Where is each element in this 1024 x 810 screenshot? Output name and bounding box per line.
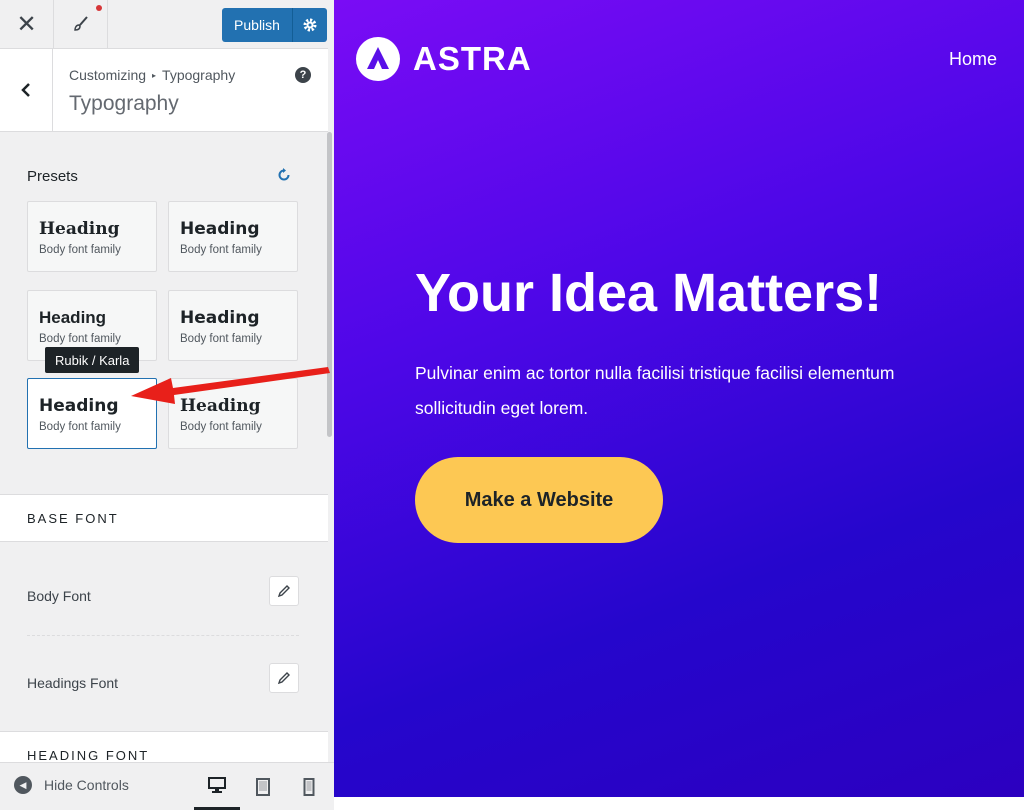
mobile-icon: [303, 778, 315, 796]
presets-label: Presets: [27, 168, 78, 185]
base-font-group-header: BASE FONT: [0, 494, 328, 542]
device-desktop-button[interactable]: [194, 763, 240, 810]
breadcrumb-parent: Customizing: [69, 67, 147, 83]
tablet-icon: [256, 778, 270, 796]
preset-heading: Heading: [39, 396, 119, 416]
help-icon[interactable]: ?: [295, 67, 311, 83]
base-font-group-label: BASE FONT: [27, 511, 119, 526]
customizer-topbar: ✕ Publish: [0, 0, 328, 49]
preset-heading: Heading: [39, 219, 120, 239]
site-preview: ASTRA Home Your Idea Matters! Pulvinar e…: [334, 0, 1024, 797]
gear-icon: [303, 18, 317, 32]
customizer-sidebar: ✕ Publish Customizing ▸ Typography Typog…: [0, 0, 334, 810]
body-font-control: Body Font: [27, 576, 299, 616]
pencil-icon: [277, 585, 290, 598]
site-logo[interactable]: ASTRA: [356, 37, 532, 81]
preset-heading: Heading: [39, 308, 107, 327]
headings-font-label: Headings Font: [27, 675, 119, 691]
hide-controls-button[interactable]: ◀ Hide Controls: [14, 776, 129, 794]
annotation-arrow: [131, 367, 330, 404]
preset-body: Body font family: [180, 421, 262, 433]
close-button[interactable]: ✕: [0, 0, 54, 48]
hero-title: Your Idea Matters!: [415, 263, 883, 323]
hide-controls-label: Hide Controls: [44, 777, 129, 793]
heading-font-group-label: HEADING FONT: [27, 748, 150, 763]
publish-button[interactable]: Publish: [222, 8, 293, 42]
paintbrush-icon: [73, 16, 88, 31]
breadcrumb-separator-icon: ▸: [152, 71, 157, 80]
nav-home-link[interactable]: Home: [949, 49, 997, 70]
section-header: Customizing ▸ Typography Typography: [0, 49, 328, 132]
publish-group: Publish: [222, 8, 327, 42]
close-icon: ✕: [16, 10, 37, 38]
breadcrumb-current: Typography: [162, 67, 236, 83]
preset-body: Body font family: [180, 333, 262, 345]
preset-heading: Heading: [180, 219, 260, 239]
preset-card[interactable]: Heading Body font family: [27, 201, 157, 272]
back-button[interactable]: [0, 49, 53, 131]
make-website-button[interactable]: Make a Website: [415, 457, 663, 543]
preset-heading: Heading: [180, 308, 260, 328]
preset-body: Body font family: [39, 421, 121, 433]
chevron-left-icon: [21, 83, 30, 97]
breadcrumb: Customizing ▸ Typography: [69, 67, 235, 83]
collapse-arrow-icon: ◀: [14, 776, 32, 794]
preset-body: Body font family: [39, 333, 121, 345]
desktop-icon: [208, 777, 226, 793]
preset-card[interactable]: Heading Body font family: [168, 201, 298, 272]
body-font-edit-button[interactable]: [269, 576, 299, 606]
headings-font-control: Headings Font: [27, 663, 299, 703]
site-logo-text: ASTRA: [413, 40, 532, 77]
reset-icon[interactable]: [276, 167, 292, 183]
customizer-footer: ◀ Hide Controls: [0, 762, 334, 810]
preview-bottom-edge: [334, 797, 1024, 810]
device-mobile-button[interactable]: [286, 763, 332, 810]
preset-body: Body font family: [39, 244, 121, 256]
preset-body: Body font family: [180, 244, 262, 256]
body-font-label: Body Font: [27, 588, 91, 604]
control-divider: [27, 635, 299, 636]
section-title: Typography: [69, 92, 179, 115]
preset-card[interactable]: Heading Body font family: [168, 290, 298, 361]
astra-logo-icon: [356, 37, 400, 81]
notification-dot: [96, 5, 102, 11]
headings-font-edit-button[interactable]: [269, 663, 299, 693]
publish-settings-button[interactable]: [293, 8, 327, 42]
device-tablet-button[interactable]: [240, 763, 286, 810]
hero-text: Pulvinar enim ac tortor nulla facilisi t…: [415, 363, 895, 418]
pencil-icon: [277, 672, 290, 685]
